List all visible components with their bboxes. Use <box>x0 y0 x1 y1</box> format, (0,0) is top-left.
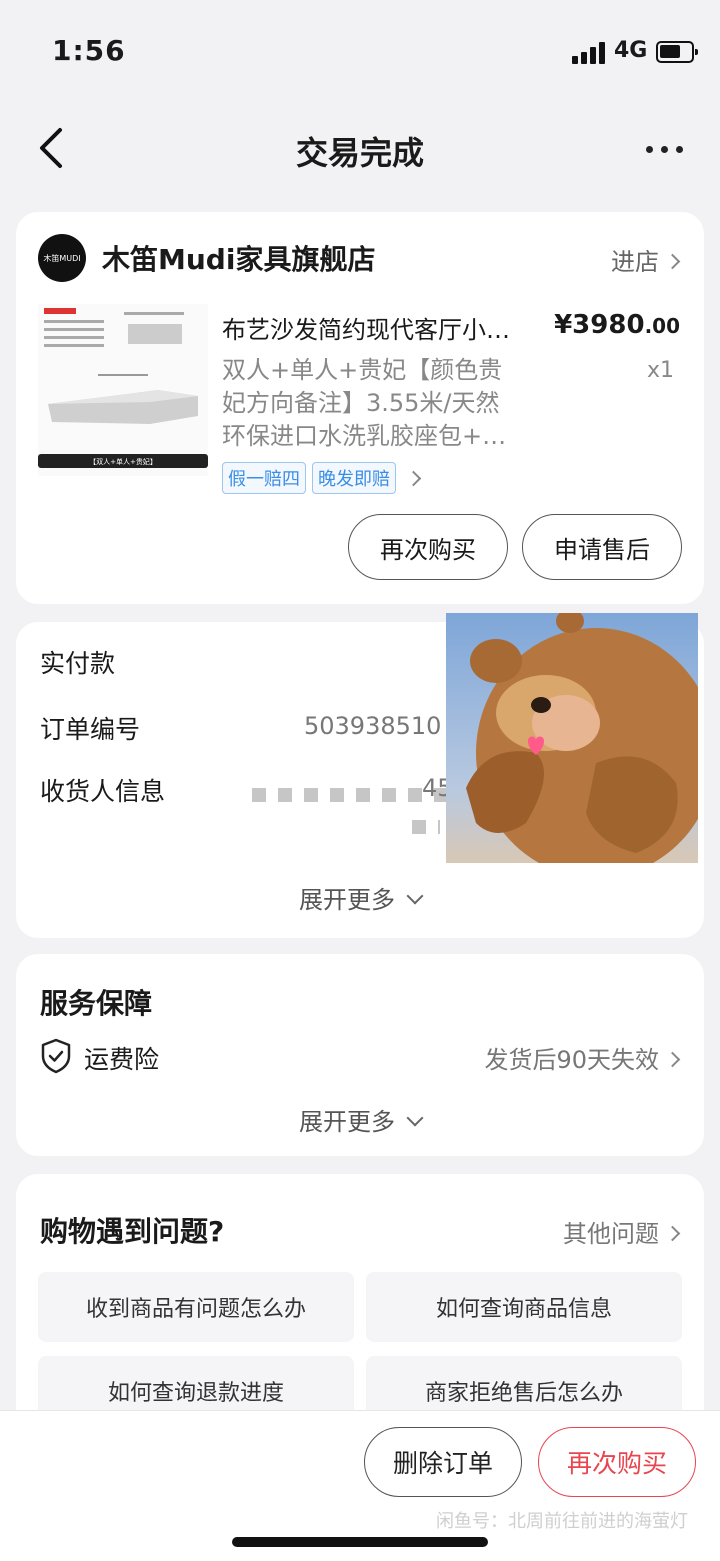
battery-icon <box>656 41 698 63</box>
service-title: 服务保障 <box>40 987 153 1020</box>
other-questions-label: 其他问题 <box>563 1220 659 1248</box>
chevron-right-icon <box>664 1225 681 1242</box>
page-title: 交易完成 <box>295 134 424 172</box>
freight-insurance-value[interactable]: 发货后90天失效 <box>484 1040 681 1075</box>
chevron-down-icon <box>406 1109 424 1127</box>
nav-bar: 交易完成 <box>0 110 720 186</box>
rebuy-bottom-button[interactable]: 再次购买 <box>538 1427 696 1497</box>
expand-more-service[interactable]: 展开更多 <box>16 1102 704 1137</box>
freight-insurance-label: 运费险 <box>84 1045 160 1074</box>
receiver-label: 收货人信息 <box>40 777 166 806</box>
spec-line: 妃方向备注】3.55米/天然 <box>222 389 500 417</box>
product-title[interactable]: 布艺沙发简约现代客厅小户型 <box>222 310 532 345</box>
chevron-down-icon <box>406 887 424 905</box>
shop-name[interactable]: 木笛Mudi家具旗舰店 <box>102 238 375 278</box>
product-spec: 双人+单人+贵妃【颜色贵 妃方向备注】3.55米/天然 环保进口水洗乳胶座包+… <box>222 354 552 453</box>
chevron-right-icon <box>664 253 681 270</box>
guarantee-tag: 假一赔四 <box>222 462 306 494</box>
price-main: ¥3980 <box>554 310 645 340</box>
other-questions-link[interactable]: 其他问题 <box>563 1214 681 1249</box>
shop-logo[interactable]: 木笛MUDI <box>38 234 86 282</box>
question-button[interactable]: 如何查询商品信息 <box>366 1272 682 1342</box>
bottom-action-bar: 删除订单 再次购买 闲鱼号：北周前往前进的海萤灯 <box>0 1410 720 1561</box>
home-indicator[interactable] <box>232 1537 488 1547</box>
price-decimal: .00 <box>644 314 680 338</box>
order-number-value[interactable]: 503938510 <box>304 712 441 740</box>
chevron-right-icon <box>664 1051 681 1068</box>
enter-shop-link[interactable]: 进店 <box>611 242 681 277</box>
status-bar: 1:56 4G <box>0 0 720 100</box>
more-icon[interactable] <box>646 146 686 154</box>
after-sale-button[interactable]: 申请售后 <box>522 514 682 580</box>
enter-shop-label: 进店 <box>611 248 659 276</box>
service-guarantee-card: 服务保障 运费险 发货后90天失效 展开更多 <box>16 954 704 1156</box>
product-image[interactable]: 【双人+单人+贵妃】 <box>38 304 208 476</box>
signal-icon <box>572 42 606 64</box>
guarantee-tag: 晚发即赔 <box>312 462 396 494</box>
order-number-label: 订单编号 <box>40 715 141 744</box>
chevron-right-icon <box>405 470 422 486</box>
product-image-caption: 【双人+单人+贵妃】 <box>89 457 157 466</box>
receiver-address-redacted <box>412 820 440 834</box>
order-product-card: 木笛MUDI 木笛Mudi家具旗舰店 进店 【双人+单人+贵妃】 布艺沙发简约现… <box>16 212 704 604</box>
spec-line: 双人+单人+贵妃【颜色贵 <box>222 356 503 384</box>
status-time: 1:56 <box>52 34 126 67</box>
freight-insurance-text: 发货后90天失效 <box>484 1046 659 1074</box>
product-price: ¥3980.00 <box>554 310 680 340</box>
help-title: 购物遇到问题? <box>40 1215 225 1248</box>
bear-sticker-image <box>446 613 698 863</box>
expand-more-order[interactable]: 展开更多 <box>16 880 704 915</box>
expand-more-label: 展开更多 <box>299 1108 395 1136</box>
paid-amount-label: 实付款 <box>40 649 116 678</box>
expand-more-label: 展开更多 <box>299 886 395 914</box>
network-label: 4G <box>614 38 648 63</box>
delete-order-button[interactable]: 删除订单 <box>364 1427 522 1497</box>
product-quantity: x1 <box>646 358 674 383</box>
watermark: 闲鱼号：北周前往前进的海萤灯 <box>436 1511 688 1532</box>
shield-check-icon <box>40 1038 72 1074</box>
rebuy-button[interactable]: 再次购买 <box>348 514 508 580</box>
question-button[interactable]: 收到商品有问题怎么办 <box>38 1272 354 1342</box>
spec-line: 环保进口水洗乳胶座包+… <box>222 422 507 450</box>
guarantee-tags[interactable]: 假一赔四 晚发即赔 <box>222 462 422 494</box>
